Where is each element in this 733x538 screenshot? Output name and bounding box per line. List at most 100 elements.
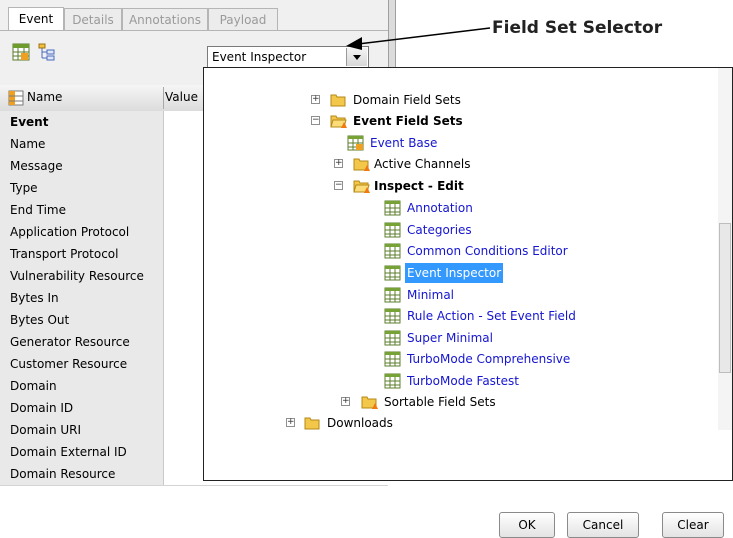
tree-node[interactable]: TurboMode Comprehensive — [204, 349, 714, 369]
field-name: Transport Protocol — [10, 247, 119, 261]
tree-view-icon[interactable] — [38, 43, 56, 61]
tree-node[interactable]: + Downloads — [204, 413, 714, 433]
tree-node-label[interactable]: Domain Field Sets — [353, 90, 461, 110]
table-icon — [384, 200, 401, 216]
clear-button[interactable]: Clear — [662, 512, 724, 538]
table-icon — [384, 373, 401, 389]
tab-details[interactable]: Details — [64, 8, 122, 30]
field-name: Vulnerability Resource — [10, 269, 144, 283]
tree-node[interactable]: − Event Field Sets — [204, 111, 714, 131]
tree-node[interactable]: Common Conditions Editor — [204, 241, 714, 261]
tab-event[interactable]: Event — [8, 7, 64, 31]
field-name-cell: Bytes Out — [0, 309, 164, 331]
tree-node[interactable]: Minimal — [204, 285, 714, 305]
tree-node-label[interactable]: Sortable Field Sets — [384, 392, 496, 412]
table-icon — [384, 287, 401, 303]
tree-node[interactable]: + Sortable Field Sets — [204, 392, 714, 412]
field-name: Event — [10, 115, 49, 129]
tree-node[interactable]: Rule Action - Set Event Field — [204, 306, 714, 326]
tree-node-label[interactable]: Downloads — [327, 413, 393, 433]
folder-icon — [304, 417, 320, 430]
table-icon — [384, 222, 401, 238]
field-set-select-value: Event Inspector — [212, 50, 307, 64]
tree-node-label[interactable]: Common Conditions Editor — [407, 241, 568, 261]
field-name: End Time — [10, 203, 66, 217]
tree-node[interactable]: − Inspect - Edit — [204, 176, 714, 196]
tree-node-label[interactable]: Rule Action - Set Event Field — [407, 306, 576, 326]
field-name: Message — [10, 159, 63, 173]
column-separator[interactable] — [163, 87, 164, 109]
tree-node[interactable]: + Active Channels — [204, 154, 714, 174]
tree-node-label[interactable]: Super Minimal — [407, 328, 493, 348]
collapse-icon[interactable]: − — [311, 116, 320, 125]
tree-node[interactable]: Super Minimal — [204, 328, 714, 348]
field-name: Name — [10, 137, 46, 151]
ok-button[interactable]: OK — [499, 512, 555, 538]
tree-node[interactable]: Event Base — [204, 133, 714, 153]
table-icon — [384, 243, 401, 259]
field-name-cell: End Time — [0, 199, 164, 221]
annotation-label: Field Set Selector — [492, 18, 663, 38]
expand-icon[interactable]: + — [286, 418, 295, 427]
scrollbar-thumb[interactable] — [719, 223, 731, 373]
tree-node[interactable]: Event Inspector — [204, 263, 714, 283]
field-name-cell: Domain External ID — [0, 441, 164, 463]
field-name: Customer Resource — [10, 357, 128, 371]
cancel-button[interactable]: Cancel — [567, 512, 639, 538]
field-name-cell: Domain Resource — [0, 463, 164, 485]
field-name-cell: Type — [0, 177, 164, 199]
expand-icon[interactable]: + — [341, 397, 350, 406]
column-header-value[interactable]: Value — [165, 90, 198, 104]
table-icon — [384, 308, 401, 324]
field-name-cell: Transport Protocol — [0, 243, 164, 265]
field-name: Bytes Out — [10, 313, 70, 327]
field-name-cell: Generator Resource — [0, 331, 164, 353]
field-name-cell: Name — [0, 133, 164, 155]
field-name: Bytes In — [10, 291, 59, 305]
tree-node-label[interactable]: Event Field Sets — [353, 111, 463, 131]
tree-node[interactable]: Annotation — [204, 198, 714, 218]
tree-node-label[interactable]: TurboMode Fastest — [407, 371, 519, 391]
field-set-popup: + Domain Field Sets − Event Field Sets Event… — [203, 67, 733, 538]
table-view-icon[interactable] — [12, 43, 30, 61]
tree-node-label[interactable]: Minimal — [407, 285, 454, 305]
folder-icon — [353, 158, 370, 171]
tree-node[interactable]: Categories — [204, 220, 714, 240]
collapse-icon[interactable]: − — [334, 181, 343, 190]
field-name: Generator Resource — [10, 335, 130, 349]
field-name: Application Protocol — [10, 225, 130, 239]
field-name-cell: Application Protocol — [0, 221, 164, 243]
field-set-icon — [347, 135, 364, 151]
column-header-name[interactable]: Name — [27, 90, 62, 104]
tree-node[interactable]: + Domain Field Sets — [204, 90, 714, 110]
field-name: Type — [10, 181, 38, 195]
tree-node[interactable]: TurboMode Fastest — [204, 371, 714, 391]
table-icon — [384, 351, 401, 367]
field-name-cell: Domain URI — [0, 419, 164, 441]
tab-payload[interactable]: Payload — [208, 8, 278, 30]
tree-node-label[interactable]: Annotation — [407, 198, 473, 218]
expand-icon[interactable]: + — [334, 159, 343, 168]
annotation-arrow-icon — [346, 27, 491, 50]
field-name-cell: Event — [0, 111, 164, 133]
field-name-cell: Domain ID — [0, 397, 164, 419]
tree-node-label[interactable]: Inspect - Edit — [374, 176, 464, 196]
tree-node-label[interactable]: Event Inspector — [405, 263, 504, 283]
field-name-cell: Bytes In — [0, 287, 164, 309]
tree-scrollbar[interactable] — [718, 68, 732, 430]
field-name-cell: Vulnerability Resource — [0, 265, 164, 287]
tree-node-label[interactable]: Event Base — [370, 133, 437, 153]
table-icon — [384, 265, 401, 281]
column-header-icon[interactable] — [8, 90, 24, 106]
field-name: Domain — [10, 379, 57, 393]
tab-annotations[interactable]: Annotations — [122, 8, 208, 30]
tree-node-label[interactable]: TurboMode Comprehensive — [407, 349, 570, 369]
expand-icon[interactable]: + — [311, 95, 320, 104]
tree-node-label[interactable]: Active Channels — [374, 154, 470, 174]
field-name: Domain URI — [10, 423, 82, 437]
field-name-cell: Domain — [0, 375, 164, 397]
folder-icon — [330, 94, 346, 107]
field-name: Domain ID — [10, 401, 74, 415]
tree-node-label[interactable]: Categories — [407, 220, 472, 240]
folder-open-icon — [353, 180, 370, 193]
